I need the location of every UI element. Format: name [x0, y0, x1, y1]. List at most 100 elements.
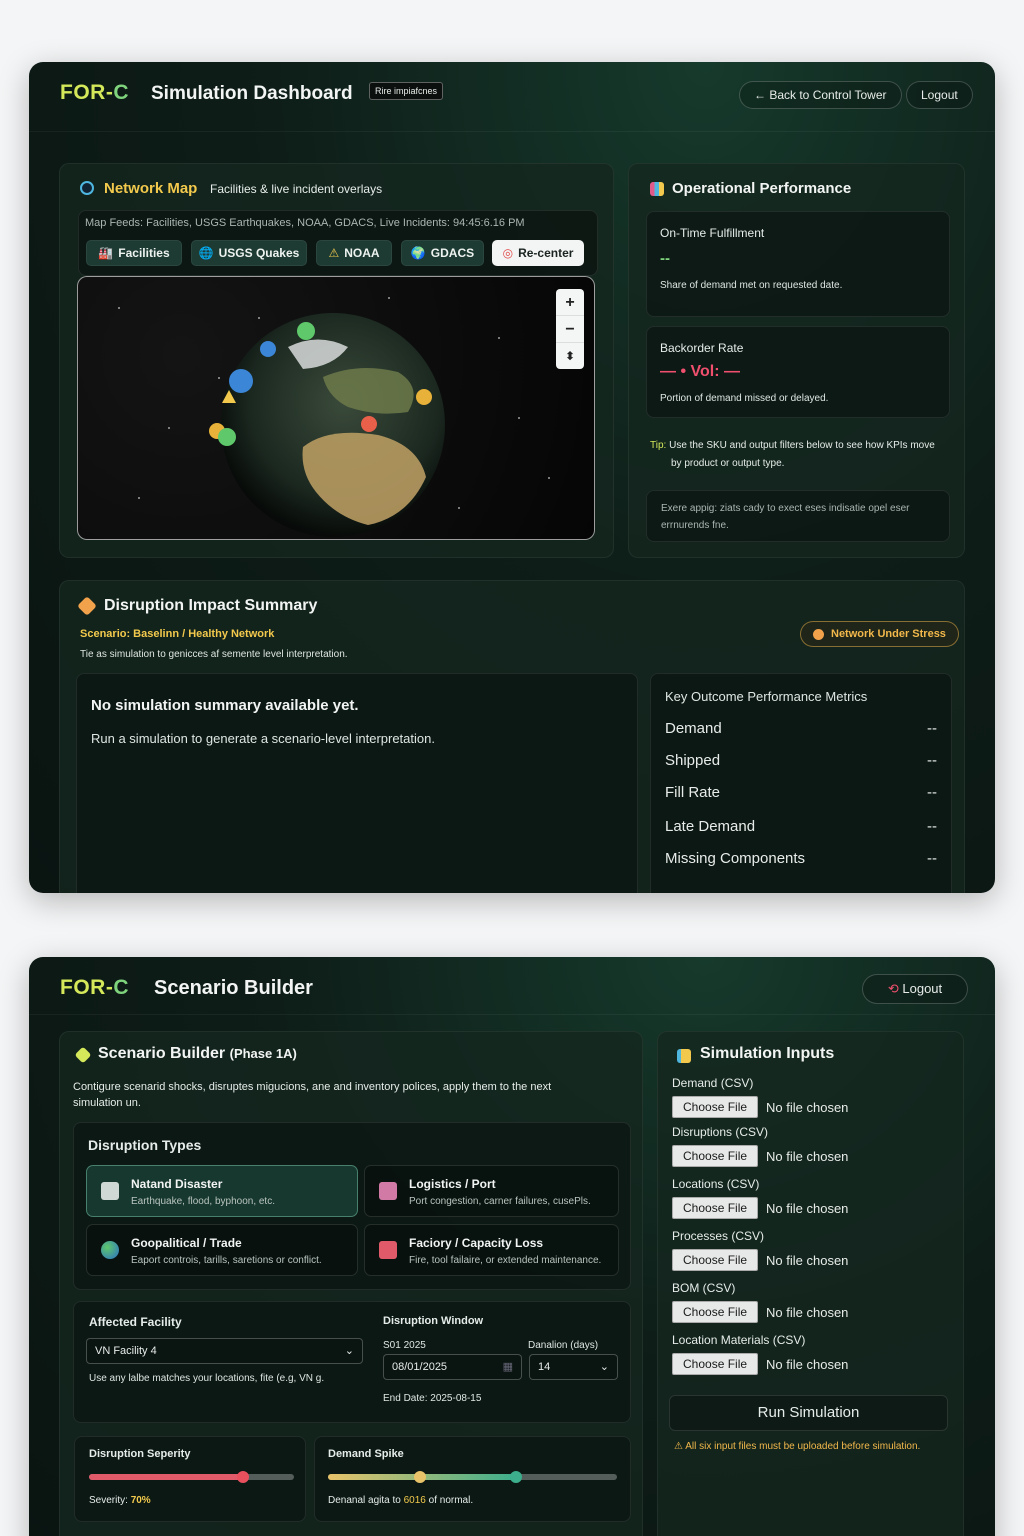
slider-handle[interactable]: [509, 1471, 522, 1483]
chip-gdacs[interactable]: 🌍 GDACS: [401, 240, 484, 266]
incident-marker[interactable]: [416, 389, 432, 405]
zoom-out-button[interactable]: −: [556, 316, 584, 343]
slider-handle[interactable]: [236, 1471, 249, 1483]
key-metrics-panel: Key Outcome Performance Metrics Demand --…: [650, 673, 952, 893]
disruption-window-label: Disruption Window: [383, 1315, 484, 1327]
diamond-icon: [77, 596, 97, 616]
chip-label: Re-center: [518, 246, 574, 260]
warning-icon: ⚠: [674, 1441, 683, 1452]
tip-prefix: Tip:: [650, 440, 667, 451]
globe-icon: 🌐: [198, 246, 214, 260]
choose-file-button[interactable]: Choose File: [672, 1301, 759, 1323]
metric-label: Missing Components: [665, 850, 806, 867]
back-to-control-tower-button[interactable]: ← Back to Control Tower: [739, 81, 902, 109]
metric-label: Demand: [665, 720, 722, 737]
metric-row-missing-components: Missing Components --: [665, 850, 937, 867]
severity-panel: Disruption Seperity Severity: 70%: [74, 1436, 306, 1522]
start-date-input[interactable]: 08/01/2025 ▦: [383, 1354, 522, 1380]
quake-marker[interactable]: [260, 341, 276, 357]
file-input-demand[interactable]: Choose File No file chosen: [672, 1096, 848, 1118]
chip-noaa[interactable]: ⚠ NOAA: [316, 240, 392, 266]
chevron-down-icon: ⌄: [599, 1361, 609, 1373]
target-icon: ◎: [502, 246, 514, 260]
type-name: Natand Disaster: [131, 1177, 223, 1191]
choose-file-button[interactable]: Choose File: [672, 1197, 759, 1219]
choose-file-button[interactable]: Choose File: [672, 1353, 759, 1375]
facility-hint: Use any lalbe matches your locations, fi…: [89, 1373, 325, 1384]
calendar-icon: ▦: [502, 1361, 513, 1373]
kpi-value: --: [660, 250, 670, 267]
slider-handle[interactable]: [414, 1471, 427, 1483]
status-dot-icon: [813, 629, 824, 640]
type-description: Earthquake, flood, byphoon, etc.: [131, 1196, 275, 1207]
input-label-locations: Locations (CSV): [672, 1177, 760, 1191]
chip-recenter[interactable]: ◎ Re-center: [492, 240, 584, 266]
logout-button[interactable]: ⟲ Logout: [862, 974, 968, 1004]
metric-row-late-demand: Late Demand --: [665, 818, 937, 835]
quake-marker[interactable]: [229, 369, 253, 393]
severity-label: Disruption Seperity: [89, 1448, 191, 1460]
network-map-globe[interactable]: + − ⬍: [77, 276, 595, 540]
title-phase: (Phase 1A): [229, 1046, 297, 1061]
status-badge-label: Network Under Stress: [831, 628, 946, 640]
facility-window-panel: Affected Facility VN Facility 4 ⌄ Use an…: [73, 1301, 631, 1423]
choose-file-button[interactable]: Choose File: [672, 1249, 759, 1271]
file-input-disruptions[interactable]: Choose File No file chosen: [672, 1145, 848, 1167]
file-input-location-materials[interactable]: Choose File No file chosen: [672, 1353, 848, 1375]
scenario-description: Tie as simulation to genicces af semente…: [80, 649, 348, 660]
simulation-inputs-title: Simulation Inputs: [700, 1045, 835, 1062]
simulation-summary-panel: No simulation summary available yet. Run…: [76, 673, 638, 893]
run-simulation-button[interactable]: Run Simulation: [669, 1395, 948, 1431]
on-time-fulfillment-kpi: On-Time Fulfillment -- Share of demand m…: [646, 211, 950, 317]
severity-slider[interactable]: [89, 1471, 294, 1483]
file-status: No file chosen: [766, 1252, 849, 1268]
severity-readout: Severity: 70%: [89, 1495, 151, 1506]
disruption-type-geopolitical-trade[interactable]: Goopalitical / Trade Eaport controis, ta…: [86, 1224, 358, 1276]
chip-usgs-quakes[interactable]: 🌐 USGS Quakes: [191, 240, 307, 266]
bar-chart-icon: [650, 182, 664, 196]
select-value: 14: [538, 1361, 551, 1373]
brand-logo: FOR-C: [60, 81, 129, 105]
demand-spike-slider[interactable]: [328, 1471, 617, 1483]
logout-button[interactable]: Logout: [906, 81, 973, 109]
duration-select[interactable]: 14 ⌄: [529, 1354, 618, 1380]
page-title: Scenario Builder: [154, 977, 313, 999]
file-status: No file chosen: [766, 1356, 849, 1372]
brand-part-a: FOR-: [60, 81, 114, 104]
facility-marker[interactable]: [218, 428, 236, 446]
kpi-description: Portion of demand missed or delayed.: [660, 393, 829, 404]
diamond-icon: [74, 1046, 92, 1064]
file-input-bom[interactable]: Choose File No file chosen: [672, 1301, 848, 1323]
facility-marker[interactable]: [297, 322, 315, 340]
disruption-type-logistics-port[interactable]: Logistics / Port Port congestion, carner…: [364, 1165, 619, 1217]
map-zoom-controls: + − ⬍: [556, 289, 584, 369]
date-value: 08/01/2025: [392, 1361, 448, 1373]
metric-row-fill-rate: Fill Rate --: [665, 784, 937, 801]
choose-file-button[interactable]: Choose File: [672, 1096, 759, 1118]
input-label-bom: BOM (CSV): [672, 1281, 736, 1295]
affected-facility-label: Affected Facility: [89, 1315, 182, 1329]
file-status: No file chosen: [766, 1200, 849, 1216]
affected-facility-select[interactable]: VN Facility 4 ⌄: [86, 1338, 363, 1364]
disruption-type-natural-disaster[interactable]: Natand Disaster Earthquake, flood, bypho…: [86, 1165, 358, 1217]
brand-logo: FOR-C: [60, 976, 129, 1000]
zoom-in-button[interactable]: +: [556, 289, 584, 316]
folder-icon: [677, 1049, 691, 1063]
disruption-type-factory-capacity[interactable]: Faciory / Capacity Loss Fire, tool faila…: [364, 1224, 619, 1276]
incident-marker[interactable]: [361, 416, 377, 432]
metric-value: --: [927, 720, 937, 737]
disruption-impact-card: Disruption Impact Summary Scenario: Base…: [59, 580, 965, 893]
chip-facilities[interactable]: 🏭 Facilities: [86, 240, 182, 266]
input-label-processes: Processes (CSV): [672, 1229, 765, 1243]
slider-fill: [89, 1474, 243, 1480]
file-input-locations[interactable]: Choose File No file chosen: [672, 1197, 848, 1219]
choose-file-button[interactable]: Choose File: [672, 1145, 759, 1167]
earth-icon: [101, 1241, 119, 1259]
tip-body: Use the SKU and output filters below to …: [669, 440, 935, 451]
compass-icon[interactable]: ⬍: [556, 343, 584, 370]
empty-state-description: Run a simulation to generate a scenario-…: [91, 731, 435, 746]
metric-value: --: [927, 784, 937, 801]
file-input-processes[interactable]: Choose File No file chosen: [672, 1249, 848, 1271]
simulation-dashboard-window: FOR-C Simulation Dashboard Rire impiafcn…: [29, 62, 995, 893]
note-line: Exere appig: ziats cady to exect eses in…: [661, 503, 910, 514]
